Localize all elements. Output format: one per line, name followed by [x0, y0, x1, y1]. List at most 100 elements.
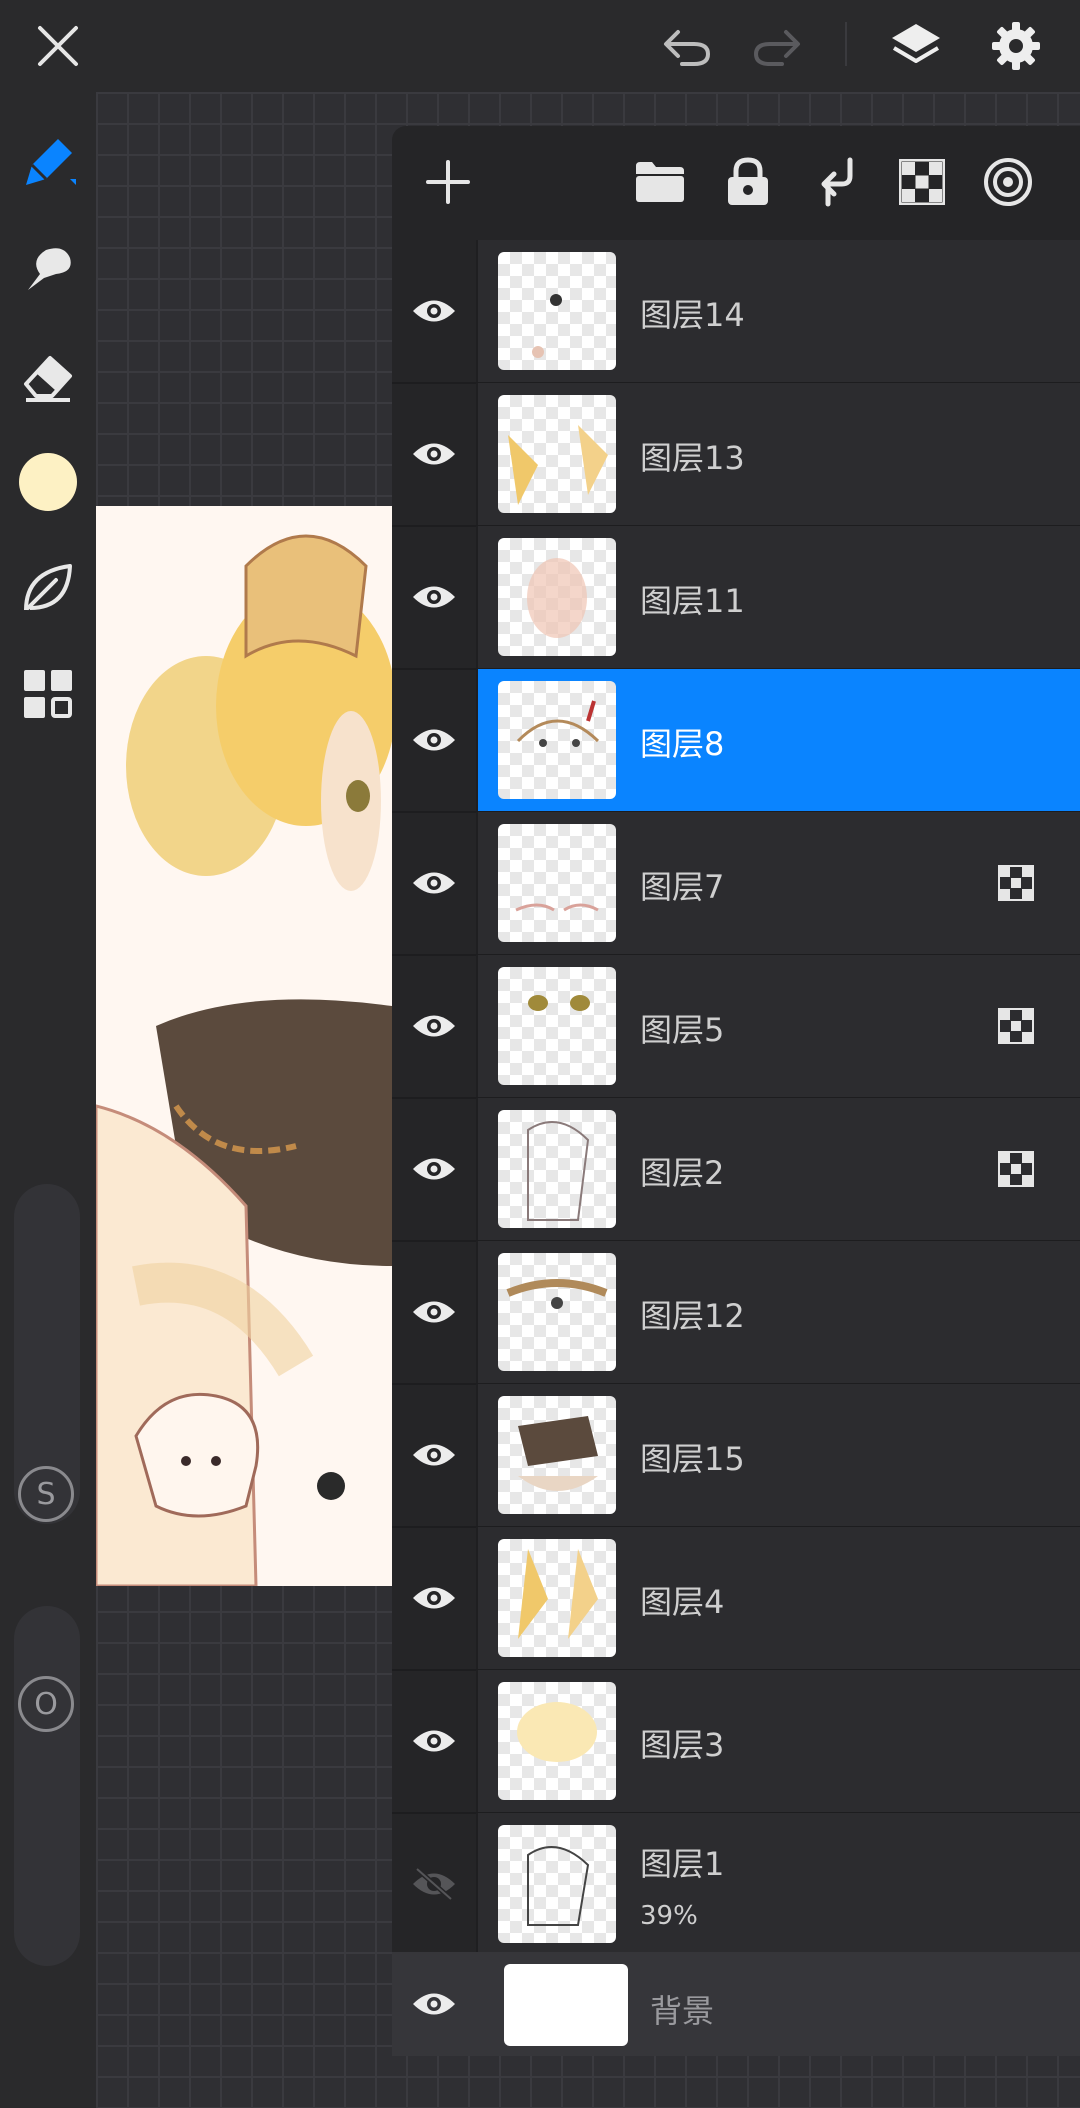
- gear-icon: [992, 22, 1040, 70]
- layers-button[interactable]: [880, 10, 952, 82]
- undo-icon: [664, 30, 711, 66]
- layer-row[interactable]: 图层3: [392, 1670, 1080, 1814]
- checker-button[interactable]: [886, 146, 958, 218]
- layer-name: 图层14: [640, 296, 745, 334]
- color-swatch[interactable]: [12, 446, 84, 518]
- layer-item[interactable]: 图层14: [476, 240, 1080, 382]
- smudge-tool[interactable]: [12, 234, 84, 306]
- visibility-toggle[interactable]: [392, 1670, 476, 1812]
- layer-thumbnail: [504, 1964, 628, 2046]
- background-layer[interactable]: 背景: [392, 1952, 1080, 2056]
- eye-icon: [413, 1015, 455, 1037]
- leaf-tool[interactable]: [12, 552, 84, 624]
- add-layer-icon: [426, 160, 470, 204]
- target-icon: [984, 158, 1032, 206]
- visibility-toggle[interactable]: [392, 240, 476, 382]
- eye-icon: [413, 1158, 455, 1180]
- opacity-slider-knob[interactable]: O: [18, 1676, 74, 1732]
- layer-row[interactable]: 图层5: [392, 955, 1080, 1099]
- layer-name: 图层12: [640, 1297, 745, 1335]
- eye-icon: [413, 1993, 455, 2015]
- opacity-slider[interactable]: [14, 1606, 80, 1966]
- layer-row[interactable]: 图层2: [392, 1098, 1080, 1242]
- visibility-toggle[interactable]: [392, 1527, 476, 1669]
- visibility-toggle[interactable]: [392, 1098, 476, 1240]
- layer-thumbnail: [498, 395, 616, 513]
- visibility-toggle[interactable]: [392, 955, 476, 1097]
- layer-thumbnail: [498, 1682, 616, 1800]
- layer-row[interactable]: 图层12: [392, 1241, 1080, 1385]
- size-slider-knob[interactable]: S: [18, 1466, 74, 1522]
- layer-item[interactable]: 图层5: [476, 955, 1080, 1097]
- layer-name: 图层11: [640, 582, 745, 620]
- layer-item[interactable]: 图层15: [476, 1384, 1080, 1526]
- lock-button[interactable]: [712, 146, 784, 218]
- brush-tool[interactable]: [12, 127, 84, 199]
- layer-row[interactable]: 图层14: [392, 240, 1080, 384]
- layer-row[interactable]: 图层8: [392, 669, 1080, 813]
- target-button[interactable]: [972, 146, 1044, 218]
- visibility-toggle[interactable]: [392, 526, 476, 668]
- layer-row[interactable]: 图层1 39%: [392, 1813, 1080, 1957]
- layer-item[interactable]: 图层1 39%: [476, 1813, 1080, 1955]
- layers-panel: 图层14 图层13 图层11 图层8 图层7 图层5 图层2 图层12 图层15 图层4 图层3 图层…: [392, 126, 1080, 2056]
- color-circle: [19, 453, 77, 511]
- layer-name: 图层3: [640, 1726, 725, 1764]
- redo-button[interactable]: [740, 10, 812, 82]
- clipping-mask-icon[interactable]: [998, 1151, 1034, 1187]
- layer-name: 图层15: [640, 1440, 745, 1478]
- top-bar: [0, 0, 1080, 92]
- artwork-drawing: [96, 506, 392, 1586]
- layer-name: 背景: [650, 1992, 715, 2030]
- layers-icon: [892, 24, 940, 63]
- eye-icon: [413, 729, 455, 751]
- merge-down-button[interactable]: [800, 146, 872, 218]
- artwork[interactable]: [96, 506, 392, 1586]
- grid-icon: [24, 670, 72, 718]
- eye-icon: [413, 1301, 455, 1323]
- layer-item[interactable]: 图层3: [476, 1670, 1080, 1812]
- layer-row[interactable]: 图层4: [392, 1527, 1080, 1671]
- visibility-toggle[interactable]: [392, 812, 476, 954]
- leaf-icon: [24, 564, 72, 611]
- undo-button[interactable]: [652, 10, 724, 82]
- grid-tool[interactable]: [12, 658, 84, 730]
- visibility-toggle[interactable]: [392, 383, 476, 525]
- layer-thumbnail: [498, 1539, 616, 1657]
- layer-item[interactable]: 图层12: [476, 1241, 1080, 1383]
- clipping-mask-icon[interactable]: [998, 1008, 1034, 1044]
- layer-row[interactable]: 图层15: [392, 1384, 1080, 1528]
- layers-panel-header: [392, 126, 1080, 240]
- layer-item[interactable]: 图层2: [476, 1098, 1080, 1240]
- visibility-toggle[interactable]: [392, 1952, 476, 2056]
- layer-item[interactable]: 图层4: [476, 1527, 1080, 1669]
- layer-item[interactable]: 图层7: [476, 812, 1080, 954]
- layer-thumbnail: [498, 1396, 616, 1514]
- settings-button[interactable]: [980, 10, 1052, 82]
- visibility-toggle[interactable]: [392, 1241, 476, 1383]
- close-button[interactable]: [22, 10, 94, 82]
- close-icon: [38, 26, 78, 66]
- layer-item[interactable]: 图层13: [476, 383, 1080, 525]
- lock-icon: [728, 157, 768, 205]
- layer-thumbnail: [498, 824, 616, 942]
- layer-thumbnail: [498, 538, 616, 656]
- add-layer-button[interactable]: [412, 146, 484, 218]
- eye-icon: [413, 1587, 455, 1609]
- layer-thumbnail: [498, 967, 616, 1085]
- layer-item[interactable]: 图层8: [476, 669, 1080, 811]
- eye-icon: [413, 300, 455, 322]
- layer-name: 图层5: [640, 1011, 725, 1049]
- visibility-toggle[interactable]: [392, 669, 476, 811]
- layer-row[interactable]: 图层11: [392, 526, 1080, 670]
- eye-hidden-icon: [413, 1867, 455, 1901]
- layer-item[interactable]: 图层11: [476, 526, 1080, 668]
- layer-row[interactable]: 图层13: [392, 383, 1080, 527]
- layer-row[interactable]: 图层7: [392, 812, 1080, 956]
- visibility-toggle[interactable]: [392, 1813, 476, 1955]
- clipping-mask-icon[interactable]: [998, 865, 1034, 901]
- layer-thumbnail: [498, 252, 616, 370]
- folder-button[interactable]: [624, 146, 696, 218]
- visibility-toggle[interactable]: [392, 1384, 476, 1526]
- eraser-tool[interactable]: [12, 340, 84, 412]
